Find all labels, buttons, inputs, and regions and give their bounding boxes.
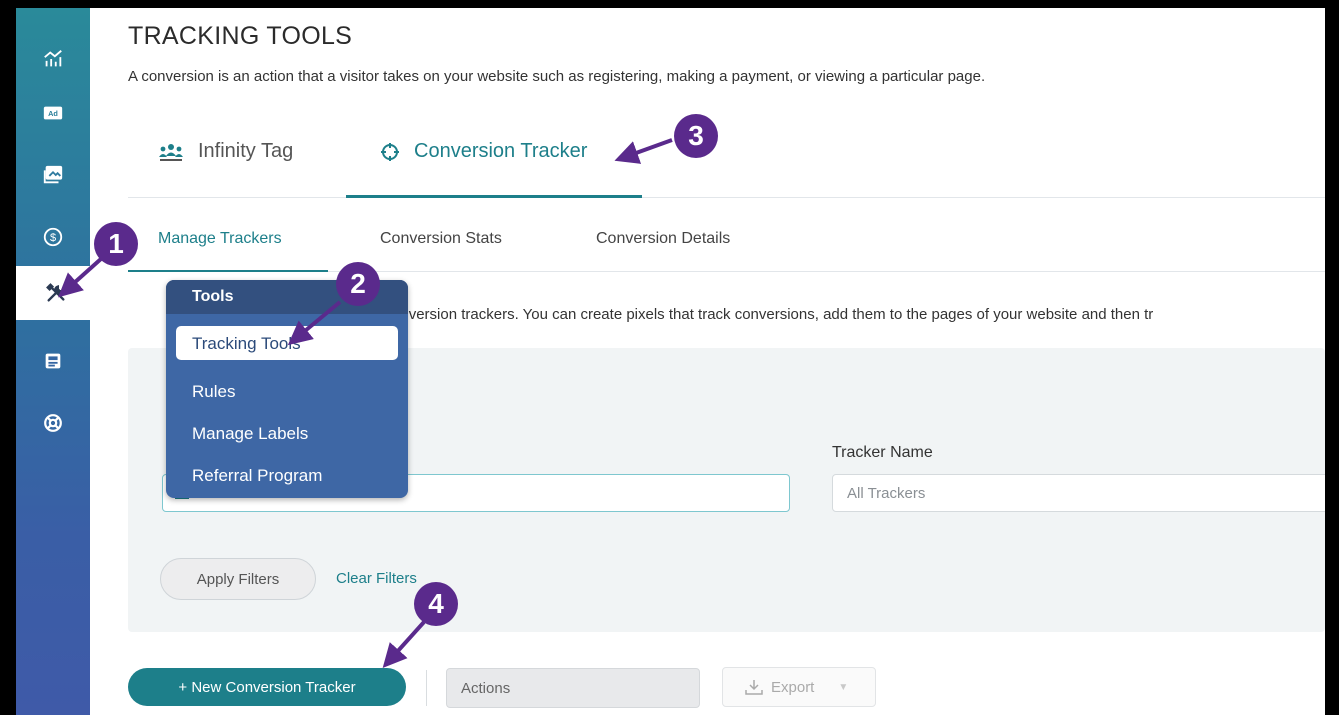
callout-badge-1: 1 [94, 222, 138, 266]
crosshair-icon [381, 142, 399, 161]
support-icon[interactable] [16, 400, 90, 446]
tracker-name-input[interactable]: All Trackers [832, 474, 1325, 512]
subtab-conversion-details[interactable]: Conversion Details [596, 230, 730, 248]
sub-tabs: Manage Trackers Conversion Stats Convers… [128, 208, 1325, 272]
people-icon [159, 143, 183, 161]
callout-badge-4: 4 [414, 582, 458, 626]
actions-select[interactable]: Actions [446, 668, 700, 708]
menu-item-referral-program[interactable]: Referral Program [192, 466, 322, 486]
tools-icon[interactable] [16, 266, 96, 320]
news-icon[interactable] [16, 338, 90, 384]
tab-infinity-tag[interactable]: Infinity Tag [158, 140, 293, 163]
export-label: Export [771, 678, 815, 696]
svg-text:Ad: Ad [48, 109, 58, 118]
active-tab-indicator [346, 195, 642, 198]
chevron-down-icon: ▼ [838, 681, 849, 693]
tools-menu: Tools Tracking Tools Rules Manage Labels… [166, 280, 408, 498]
toolbar-divider [426, 670, 427, 706]
page-title: TRACKING TOOLS [128, 22, 353, 50]
apply-filters-button[interactable]: Apply Filters [160, 558, 316, 600]
svg-text:$: $ [50, 232, 56, 244]
main-content: TRACKING TOOLS A conversion is an action… [90, 8, 1325, 715]
main-tabs: Infinity Tag Conversion Tracker [128, 130, 1325, 198]
intro-text: all your conversion trackers. You can cr… [332, 306, 1154, 323]
callout-badge-3: 3 [674, 114, 718, 158]
tab-label: Infinity Tag [198, 140, 294, 162]
callout-badge-2: 2 [336, 262, 380, 306]
active-subtab-indicator [128, 270, 328, 272]
subtab-manage-trackers[interactable]: Manage Trackers [158, 230, 282, 248]
ad-icon[interactable]: Ad [16, 90, 90, 136]
sidebar: Ad $ [16, 8, 96, 715]
menu-item-manage-labels[interactable]: Manage Labels [192, 424, 308, 444]
menu-item-rules[interactable]: Rules [192, 382, 235, 402]
tab-label: Conversion Tracker [414, 140, 588, 162]
clear-filters-link[interactable]: Clear Filters [336, 570, 417, 587]
tracker-name-label: Tracker Name [832, 444, 933, 461]
export-button[interactable]: Export ▼ [722, 667, 876, 707]
menu-item-tracking-tools[interactable]: Tracking Tools [176, 326, 398, 360]
export-icon [745, 680, 763, 695]
subtab-conversion-stats[interactable]: Conversion Stats [380, 230, 502, 248]
dollar-icon[interactable]: $ [16, 214, 90, 260]
tab-conversion-tracker[interactable]: Conversion Tracker [380, 140, 587, 163]
analytics-icon[interactable] [16, 36, 90, 82]
page-description: A conversion is an action that a visitor… [128, 68, 986, 85]
creatives-icon[interactable] [16, 152, 90, 198]
app-window: Ad $ TRACKING TOOLS A conversion is an a… [16, 8, 1325, 715]
new-conversion-tracker-button[interactable]: + New Conversion Tracker [128, 668, 406, 706]
